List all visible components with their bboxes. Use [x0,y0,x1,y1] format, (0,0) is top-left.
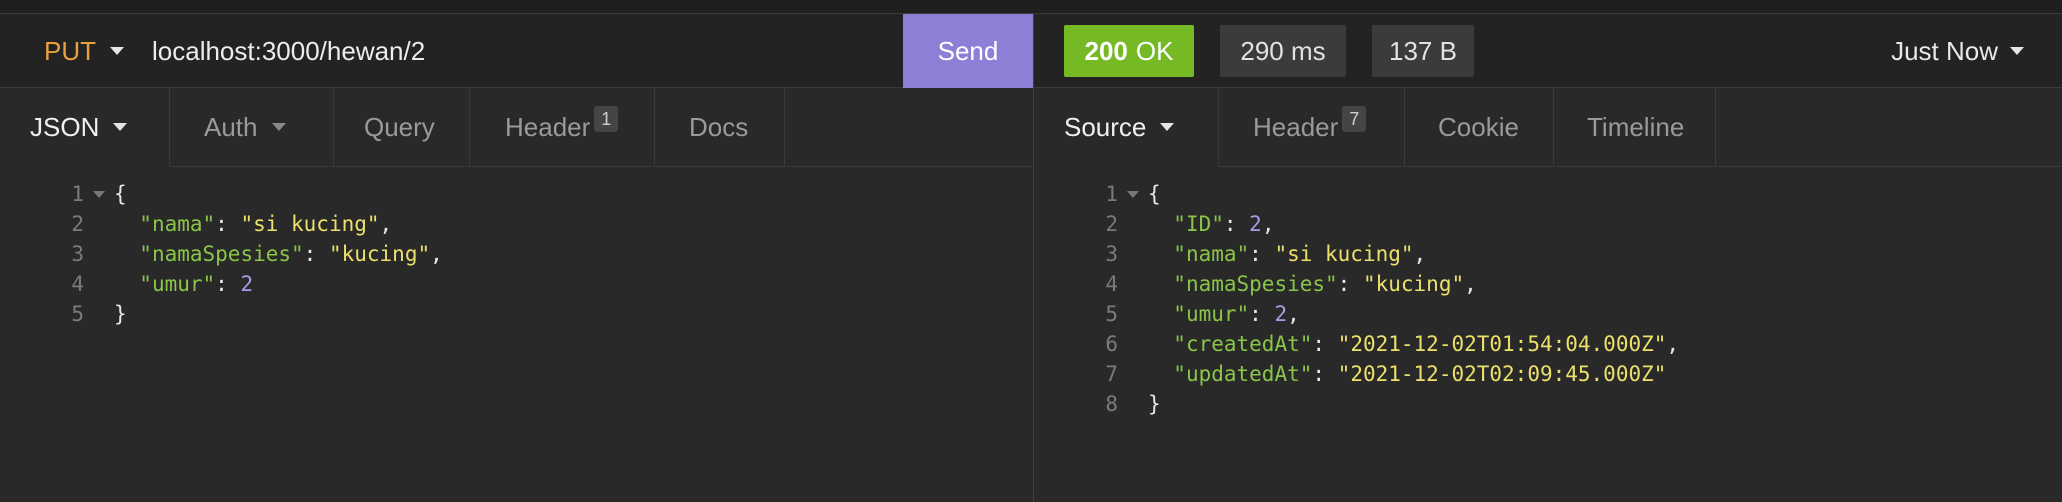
window-top-strip [0,0,2062,14]
method-dropdown[interactable]: PUT [44,14,124,88]
tab-label: Header [1253,111,1339,142]
history-label: Just Now [1891,35,1998,66]
fold-toggle[interactable] [84,190,114,198]
line-number: 3 [71,242,84,266]
line-number: 4 [1105,272,1118,296]
tab-header[interactable]: Header 7 [1219,88,1405,166]
status-text: OK [1135,35,1174,66]
request-body-editor[interactable]: 1 { 2 "nama": "si kucing", 3 "namaSpesie… [0,179,443,329]
json-value: "si kucing" [1274,242,1414,266]
json-value: 2 [1249,212,1262,236]
json-value: 2 [1274,302,1288,326]
chevron-down-icon [2010,47,2024,55]
tab-query[interactable]: Query [334,88,470,166]
code-text: { [1148,182,1161,206]
line-number: 7 [1105,362,1118,386]
tab-source[interactable]: Source [1034,88,1219,167]
code-line: 4 "umur": 2 [0,269,443,299]
line-number: 2 [71,212,84,236]
chevron-down-icon [271,123,286,131]
json-key: "namaSpesies" [1173,272,1338,296]
tab-label: Header [505,111,591,142]
code-line: 1 { [0,179,443,209]
code-line: 2 "ID": 2, [1034,209,1679,239]
status-code: 200 [1084,35,1128,66]
code-line: 5 } [0,299,443,329]
response-tabs: Source Header 7 Cookie Timeline [1034,88,2062,167]
response-time-badge: 290 ms [1220,25,1346,77]
json-key: "umur" [139,272,216,296]
code-text: } [114,302,127,326]
response-size-badge: 137 B [1372,25,1474,77]
json-key: "updatedAt" [1173,362,1313,386]
tab-label: Timeline [1587,111,1685,142]
line-number: 5 [71,302,84,326]
code-line: 8 } [1034,389,1679,419]
line-number: 5 [1105,302,1118,326]
tab-label: Source [1064,111,1147,142]
code-line: 3 "nama": "si kucing", [1034,239,1679,269]
request-tabs: JSON Auth Query Header 1 Docs [0,88,1033,167]
tab-auth[interactable]: Auth [170,88,334,166]
tab-docs[interactable]: Docs [655,88,785,166]
json-value: "si kucing" [240,212,380,236]
response-status-bar: 200 OK 290 ms 137 B Just Now [1034,14,2062,88]
tab-label: Auth [204,111,258,142]
fold-arrow-icon [1127,190,1139,198]
json-value: "kucing" [328,242,431,266]
request-pane: PUT Send JSON Auth Query Header 1 Docs 1 [0,14,1033,502]
json-key: "createdAt" [1173,332,1313,356]
tab-header[interactable]: Header 1 [470,88,655,166]
tab-cookie[interactable]: Cookie [1405,88,1554,166]
code-line: 4 "namaSpesies": "kucing", [1034,269,1679,299]
chevron-down-icon [1160,123,1175,131]
json-key: "nama" [1173,242,1250,266]
line-number: 8 [1105,392,1118,416]
tab-label: Query [364,111,435,142]
line-number: 4 [71,272,84,296]
url-input[interactable] [152,31,892,71]
code-line: 6 "createdAt": "2021-12-02T01:54:04.000Z… [1034,329,1679,359]
code-line: 5 "umur": 2, [1034,299,1679,329]
json-key: "nama" [139,212,216,236]
response-body-viewer[interactable]: 1 { 2 "ID": 2, 3 "nama": "si kucing", 4 … [1034,179,1679,419]
tab-timeline[interactable]: Timeline [1554,88,1716,166]
tab-json[interactable]: JSON [0,88,170,167]
code-text: { [114,182,127,206]
fold-toggle[interactable] [1118,190,1148,198]
header-count-badge: 1 [594,106,619,132]
send-button[interactable]: Send [903,14,1033,88]
tab-label: Docs [689,111,749,142]
code-line: 1 { [1034,179,1679,209]
history-dropdown[interactable]: Just Now [1891,14,2024,88]
json-key: "umur" [1173,302,1250,326]
code-text: } [1148,392,1161,416]
tab-label: Cookie [1438,111,1519,142]
json-value: "2021-12-02T02:09:45.000Z" [1337,362,1667,386]
header-count-badge: 7 [1342,106,1367,132]
line-number: 1 [1105,182,1118,206]
code-line: 2 "nama": "si kucing", [0,209,443,239]
code-line: 3 "namaSpesies": "kucing", [0,239,442,269]
line-number: 1 [71,182,84,206]
line-number: 3 [1105,242,1118,266]
url-bar: PUT Send [0,14,1033,88]
json-key: "namaSpesies" [139,242,304,266]
json-value: "2021-12-02T01:54:04.000Z" [1337,332,1667,356]
json-key: "ID" [1173,212,1224,236]
response-pane: 200 OK 290 ms 137 B Just Now Source Head… [1034,14,2062,502]
chevron-down-icon [113,123,128,131]
json-value: "kucing" [1362,272,1465,296]
method-label: PUT [44,35,96,66]
chevron-down-icon [110,47,124,55]
json-value: 2 [240,272,254,296]
tab-label: JSON [30,111,100,142]
line-number: 6 [1105,332,1118,356]
fold-arrow-icon [93,190,105,198]
line-number: 2 [1105,212,1118,236]
status-badge: 200 OK [1064,25,1194,77]
code-line: 7 "updatedAt": "2021-12-02T02:09:45.000Z… [1034,359,1679,389]
